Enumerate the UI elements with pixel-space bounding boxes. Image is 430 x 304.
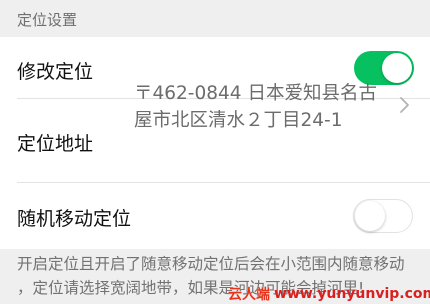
location-address-label: 定位地址 — [17, 133, 94, 155]
watermark-url: www.yunyunvip.com — [274, 286, 430, 302]
section-header: 定位设置 — [0, 0, 430, 37]
location-address-value[interactable]: 〒462-0844 日本爱知县名古 屋市北区清水２丁目24-1 — [134, 80, 392, 134]
address-line-1: 〒462-0844 日本爱知县名古 — [134, 83, 377, 104]
chevron-right-icon[interactable] — [399, 96, 410, 114]
random-move-label: 随机移动定位 — [17, 208, 132, 230]
settings-card: 修改定位 定位地址 随机移动定位 — [0, 37, 430, 249]
modify-location-label: 修改定位 — [17, 61, 94, 83]
watermark-brand: 云人端 — [228, 287, 270, 303]
section-title: 定位设置 — [17, 11, 78, 29]
random-move-toggle[interactable] — [353, 199, 413, 233]
address-line-2: 屋市北区清水２丁目24-1 — [134, 110, 343, 131]
toggle-knob — [355, 200, 385, 231]
footer-note-line-1: 开启定位且开启了随意移动定位后会在小范围内随意移动 — [17, 255, 405, 273]
toggle-knob — [382, 53, 412, 83]
watermark: 云人端 www.yunyunvip.com — [228, 284, 430, 304]
random-move-row: 随机移动定位 — [0, 183, 430, 249]
